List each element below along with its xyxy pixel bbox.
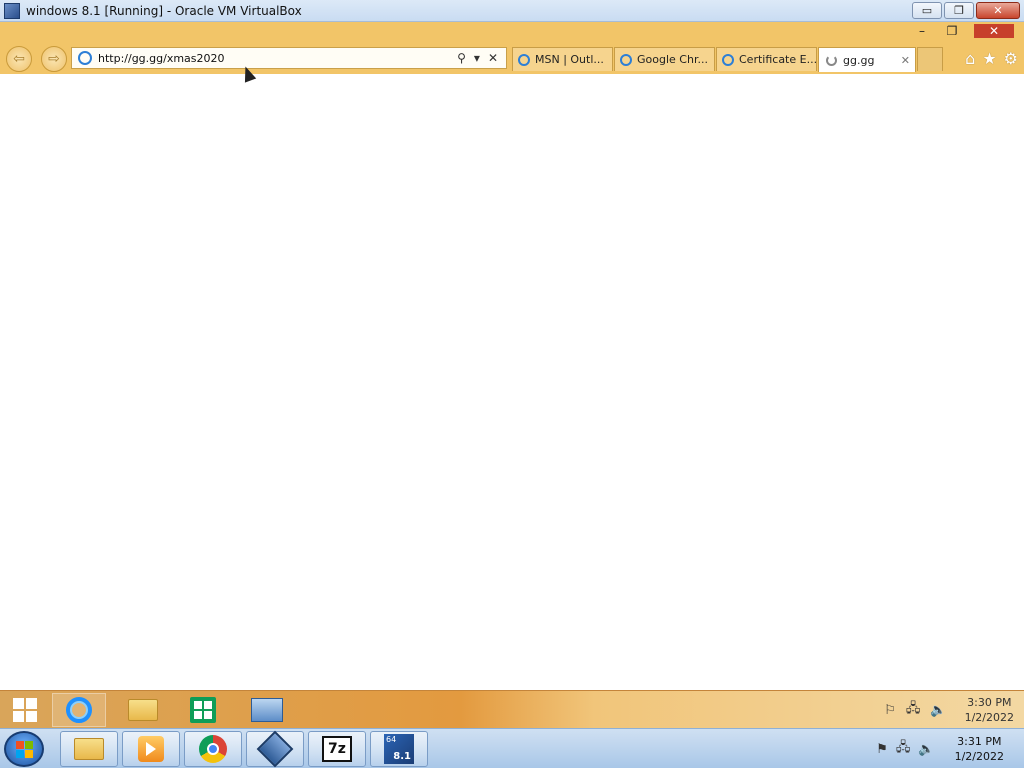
guest-system-tray: ⚐ 🖧 🔈 3:30 PM 1/2/2022 [884, 695, 1014, 725]
host-window-controls: ▭ ❐ ✕ [912, 2, 1020, 19]
host-clock[interactable]: 3:31 PM 1/2/2022 [955, 734, 1004, 764]
settings-gear-icon[interactable]: ⚙ [1004, 49, 1018, 68]
guest-date: 1/2/2022 [964, 711, 1014, 724]
host-title-bar: windows 8.1 [Running] - Oracle VM Virtua… [0, 0, 1024, 22]
page-content [0, 74, 1024, 690]
media-player-icon [138, 736, 164, 762]
tab-close-icon[interactable]: ✕ [901, 54, 910, 67]
back-button[interactable]: ⇦ [6, 46, 32, 72]
win81-version-label: 8.1 [393, 751, 411, 762]
taskbar-remote-desktop[interactable] [240, 693, 294, 727]
remote-desktop-icon [251, 698, 283, 722]
host-date: 1/2/2022 [954, 750, 1004, 763]
host-taskbar: 7z 64 8.1 ⚑ 🖧 🔈 3:31 PM 1/2/2022 [0, 728, 1024, 768]
host-taskbar-virtualbox[interactable] [246, 730, 304, 768]
taskbar-internet-explorer[interactable] [52, 693, 106, 727]
taskbar-store[interactable] [176, 693, 230, 727]
host-restore-button[interactable]: ❐ [944, 2, 974, 19]
virtualbox-manager-icon [256, 730, 294, 768]
new-tab-button[interactable] [917, 47, 943, 71]
search-icon[interactable]: ⚲ [457, 51, 466, 65]
ie-toolbar: – ❐ ✕ ⇦ ⇨ http://gg.gg/xmas2020 ⚲ ▾ ✕ MS… [0, 22, 1024, 74]
host-start-button[interactable] [4, 731, 44, 767]
store-icon [190, 697, 216, 723]
ie-tab-icon [620, 53, 632, 66]
favorites-star-icon[interactable]: ★ [982, 49, 996, 68]
ie-tab-icon [722, 53, 734, 66]
host-network-icon[interactable]: 🖧 [896, 738, 911, 760]
tab-label: Certificate E... [739, 53, 817, 66]
guest-clock[interactable]: 3:30 PM 1/2/2022 [965, 695, 1014, 725]
tab-google-chrome[interactable]: Google Chr... [614, 47, 715, 71]
guest-start-button[interactable] [0, 693, 50, 727]
address-bar[interactable]: http://gg.gg/xmas2020 ⚲ ▾ ✕ [71, 47, 507, 69]
host-taskbar-file-explorer[interactable] [60, 731, 118, 767]
ie-minimize-button[interactable]: – [914, 24, 930, 38]
host-taskbar-chrome[interactable] [184, 731, 242, 767]
home-icon[interactable]: ⌂ [965, 49, 975, 68]
folder-icon [74, 738, 104, 760]
windows7-logo-icon [15, 740, 33, 758]
stop-icon[interactable]: ✕ [488, 51, 498, 65]
ie-command-icons: ⌂ ★ ⚙ [965, 49, 1018, 68]
ie-close-button[interactable]: ✕ [974, 24, 1014, 38]
internet-explorer-icon [66, 697, 92, 723]
host-window-title: windows 8.1 [Running] - Oracle VM Virtua… [26, 3, 302, 18]
network-icon[interactable]: 🖧 [906, 699, 921, 721]
tab-label: gg.gg [843, 53, 875, 67]
chrome-icon [199, 735, 227, 763]
tab-label: MSN | Outl... [535, 53, 604, 66]
guest-time: 3:30 PM [967, 696, 1012, 709]
tab-certificate[interactable]: Certificate E... [716, 47, 817, 71]
7zip-icon: 7z [322, 736, 352, 762]
host-minimize-button[interactable]: ▭ [912, 2, 942, 19]
host-time: 3:31 PM [957, 735, 1002, 748]
tab-label: Google Chr... [637, 53, 708, 66]
action-center-flag-icon[interactable]: ⚐ [884, 703, 896, 718]
back-arrow-icon: ⇦ [13, 51, 25, 67]
tab-msn[interactable]: MSN | Outl... [512, 47, 613, 71]
tab-gg-gg[interactable]: gg.gg ✕ [818, 47, 916, 72]
file-explorer-icon [128, 699, 158, 721]
host-volume-icon[interactable]: 🔈 [918, 742, 934, 757]
ie-window-controls: – ❐ ✕ [914, 22, 1014, 40]
forward-button[interactable]: ⇨ [41, 46, 67, 72]
dropdown-icon[interactable]: ▾ [474, 51, 480, 65]
ie-page-icon [78, 51, 92, 65]
action-center-error-flag-icon[interactable]: ⚑ [876, 742, 888, 757]
host-taskbar-7zip[interactable]: 7z [308, 731, 366, 767]
guest-taskbar: ⚐ 🖧 🔈 3:30 PM 1/2/2022 [0, 690, 1024, 728]
loading-spinner-icon [826, 54, 837, 66]
ie-restore-button[interactable]: ❐ [944, 24, 960, 38]
host-close-button[interactable]: ✕ [976, 2, 1020, 19]
host-taskbar-win81-vm[interactable]: 64 8.1 [370, 731, 428, 767]
virtualbox-icon [4, 2, 20, 19]
address-url[interactable]: http://gg.gg/xmas2020 [98, 52, 457, 65]
forward-arrow-icon: ⇨ [48, 51, 60, 67]
ie-tab-icon [518, 53, 530, 66]
volume-icon[interactable]: 🔈 [930, 703, 946, 718]
windows-logo-icon [13, 698, 37, 722]
windows81-vm-icon: 64 8.1 [384, 734, 414, 764]
win81-bitness-label: 64 [386, 735, 397, 744]
host-system-tray: ⚑ 🖧 🔈 3:31 PM 1/2/2022 [876, 734, 1004, 764]
host-taskbar-media-player[interactable] [122, 731, 180, 767]
taskbar-file-explorer[interactable] [116, 693, 170, 727]
